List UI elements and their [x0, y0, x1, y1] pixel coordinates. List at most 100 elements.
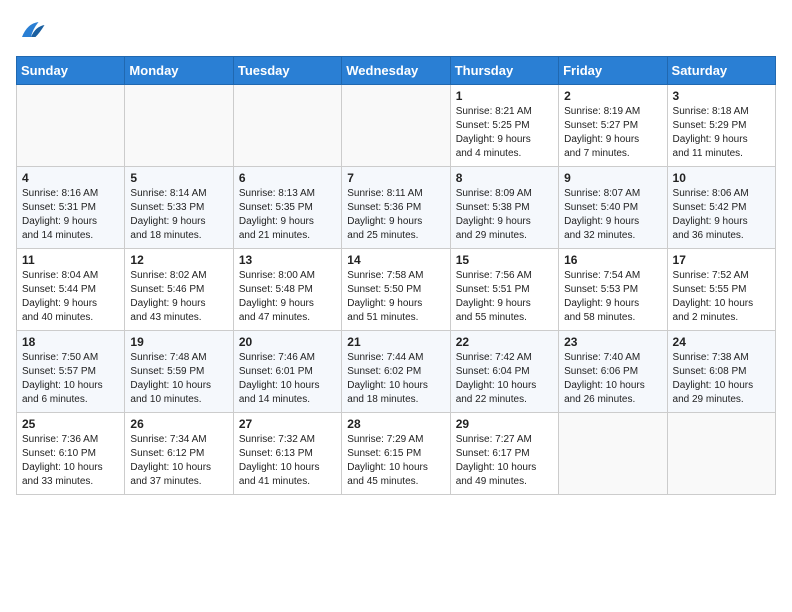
day-number: 4: [22, 171, 119, 185]
day-info: Sunrise: 7:54 AM Sunset: 5:53 PM Dayligh…: [564, 269, 661, 325]
calendar-cell: 1 Sunrise: 8:21 AM Sunset: 5:25 PM Daylig…: [450, 85, 558, 167]
calendar-cell: 7Sunrise: 8:11 AM Sunset: 5:36 PM Daylig…: [342, 167, 450, 249]
week-row-5: 25 Sunrise: 7:36 AM Sunset: 6:10 PM Dayli…: [17, 413, 776, 495]
calendar-cell: 29 Sunrise: 7:27 AM Sunset: 6:17 PM Dayli…: [450, 413, 558, 495]
weekday-header-monday: Monday: [125, 57, 233, 85]
day-info: Sunrise: 8:16 AM Sunset: 5:31 PM Dayligh…: [22, 187, 119, 243]
day-number: 15: [456, 253, 553, 267]
calendar-cell: 6 Sunrise: 8:13 AM Sunset: 5:35 PM Daylig…: [233, 167, 341, 249]
day-number: 10: [673, 171, 770, 185]
calendar-cell: 14 Sunrise: 7:58 AM Sunset: 5:50 PM Dayli…: [342, 249, 450, 331]
day-number: 24: [673, 335, 770, 349]
weekday-header-friday: Friday: [559, 57, 667, 85]
calendar-cell: [559, 413, 667, 495]
day-info: Sunrise: 7:46 AM Sunset: 6:01 PM Dayligh…: [239, 351, 336, 407]
day-info: Sunrise: 7:40 AM Sunset: 6:06 PM Dayligh…: [564, 351, 661, 407]
day-number: 1: [456, 89, 553, 103]
day-number: 11: [22, 253, 119, 267]
calendar-cell: 12Sunrise: 8:02 AM Sunset: 5:46 PM Dayli…: [125, 249, 233, 331]
calendar-cell: 26Sunrise: 7:34 AM Sunset: 6:12 PM Dayli…: [125, 413, 233, 495]
day-info: Sunrise: 7:27 AM Sunset: 6:17 PM Dayligh…: [456, 433, 553, 489]
weekday-header-saturday: Saturday: [667, 57, 775, 85]
calendar-cell: 22 Sunrise: 7:42 AM Sunset: 6:04 PM Dayli…: [450, 331, 558, 413]
day-number: 16: [564, 253, 661, 267]
day-info: Sunrise: 7:56 AM Sunset: 5:51 PM Dayligh…: [456, 269, 553, 325]
day-info: Sunrise: 7:58 AM Sunset: 5:50 PM Dayligh…: [347, 269, 444, 325]
day-number: 7: [347, 171, 444, 185]
calendar-cell: 19 Sunrise: 7:48 AM Sunset: 5:59 PM Dayli…: [125, 331, 233, 413]
day-info: Sunrise: 7:36 AM Sunset: 6:10 PM Dayligh…: [22, 433, 119, 489]
day-number: 27: [239, 417, 336, 431]
day-info: Sunrise: 7:38 AM Sunset: 6:08 PM Dayligh…: [673, 351, 770, 407]
weekday-header-row: SundayMondayTuesdayWednesdayThursdayFrid…: [17, 57, 776, 85]
calendar-cell: [667, 413, 775, 495]
calendar-cell: 20 Sunrise: 7:46 AM Sunset: 6:01 PM Dayli…: [233, 331, 341, 413]
week-row-2: 4 Sunrise: 8:16 AM Sunset: 5:31 PM Daylig…: [17, 167, 776, 249]
day-info: Sunrise: 8:19 AM Sunset: 5:27 PM Dayligh…: [564, 105, 661, 161]
day-info: Sunrise: 8:18 AM Sunset: 5:29 PM Dayligh…: [673, 105, 770, 161]
day-number: 13: [239, 253, 336, 267]
day-info: Sunrise: 7:42 AM Sunset: 6:04 PM Dayligh…: [456, 351, 553, 407]
calendar-cell: 25 Sunrise: 7:36 AM Sunset: 6:10 PM Dayli…: [17, 413, 125, 495]
week-row-3: 11 Sunrise: 8:04 AM Sunset: 5:44 PM Dayli…: [17, 249, 776, 331]
calendar-cell: [233, 85, 341, 167]
day-info: Sunrise: 8:00 AM Sunset: 5:48 PM Dayligh…: [239, 269, 336, 325]
day-info: Sunrise: 7:48 AM Sunset: 5:59 PM Dayligh…: [130, 351, 227, 407]
day-number: 21: [347, 335, 444, 349]
day-number: 8: [456, 171, 553, 185]
calendar-cell: 17 Sunrise: 7:52 AM Sunset: 5:55 PM Dayli…: [667, 249, 775, 331]
day-info: Sunrise: 8:04 AM Sunset: 5:44 PM Dayligh…: [22, 269, 119, 325]
day-number: 3: [673, 89, 770, 103]
day-number: 25: [22, 417, 119, 431]
weekday-header-sunday: Sunday: [17, 57, 125, 85]
calendar-cell: 5 Sunrise: 8:14 AM Sunset: 5:33 PM Daylig…: [125, 167, 233, 249]
day-info: Sunrise: 8:13 AM Sunset: 5:35 PM Dayligh…: [239, 187, 336, 243]
calendar-cell: 18Sunrise: 7:50 AM Sunset: 5:57 PM Dayli…: [17, 331, 125, 413]
day-info: Sunrise: 8:14 AM Sunset: 5:33 PM Dayligh…: [130, 187, 227, 243]
calendar-cell: 8 Sunrise: 8:09 AM Sunset: 5:38 PM Daylig…: [450, 167, 558, 249]
calendar-cell: 21 Sunrise: 7:44 AM Sunset: 6:02 PM Dayli…: [342, 331, 450, 413]
calendar-cell: 15 Sunrise: 7:56 AM Sunset: 5:51 PM Dayli…: [450, 249, 558, 331]
calendar-cell: 3 Sunrise: 8:18 AM Sunset: 5:29 PM Daylig…: [667, 85, 775, 167]
page-header: [16, 16, 776, 46]
calendar-cell: 27Sunrise: 7:32 AM Sunset: 6:13 PM Dayli…: [233, 413, 341, 495]
calendar-cell: 2 Sunrise: 8:19 AM Sunset: 5:27 PM Daylig…: [559, 85, 667, 167]
calendar-cell: 23 Sunrise: 7:40 AM Sunset: 6:06 PM Dayli…: [559, 331, 667, 413]
calendar-cell: 9Sunrise: 8:07 AM Sunset: 5:40 PM Daylig…: [559, 167, 667, 249]
weekday-header-tuesday: Tuesday: [233, 57, 341, 85]
day-number: 23: [564, 335, 661, 349]
day-number: 5: [130, 171, 227, 185]
day-info: Sunrise: 7:52 AM Sunset: 5:55 PM Dayligh…: [673, 269, 770, 325]
day-info: Sunrise: 8:21 AM Sunset: 5:25 PM Dayligh…: [456, 105, 553, 161]
day-info: Sunrise: 8:09 AM Sunset: 5:38 PM Dayligh…: [456, 187, 553, 243]
calendar-cell: 24 Sunrise: 7:38 AM Sunset: 6:08 PM Dayli…: [667, 331, 775, 413]
calendar-cell: 4 Sunrise: 8:16 AM Sunset: 5:31 PM Daylig…: [17, 167, 125, 249]
day-number: 17: [673, 253, 770, 267]
calendar-cell: [342, 85, 450, 167]
calendar-cell: [17, 85, 125, 167]
logo: [16, 16, 50, 46]
day-number: 12: [130, 253, 227, 267]
day-number: 19: [130, 335, 227, 349]
calendar-cell: 11 Sunrise: 8:04 AM Sunset: 5:44 PM Dayli…: [17, 249, 125, 331]
week-row-1: 1 Sunrise: 8:21 AM Sunset: 5:25 PM Daylig…: [17, 85, 776, 167]
day-info: Sunrise: 7:29 AM Sunset: 6:15 PM Dayligh…: [347, 433, 444, 489]
weekday-header-wednesday: Wednesday: [342, 57, 450, 85]
calendar-cell: 28 Sunrise: 7:29 AM Sunset: 6:15 PM Dayli…: [342, 413, 450, 495]
day-info: Sunrise: 8:07 AM Sunset: 5:40 PM Dayligh…: [564, 187, 661, 243]
day-number: 6: [239, 171, 336, 185]
day-number: 28: [347, 417, 444, 431]
day-number: 22: [456, 335, 553, 349]
day-info: Sunrise: 7:50 AM Sunset: 5:57 PM Dayligh…: [22, 351, 119, 407]
day-number: 2: [564, 89, 661, 103]
logo-icon: [16, 16, 46, 46]
calendar-cell: 10 Sunrise: 8:06 AM Sunset: 5:42 PM Dayli…: [667, 167, 775, 249]
weekday-header-thursday: Thursday: [450, 57, 558, 85]
day-number: 29: [456, 417, 553, 431]
day-number: 20: [239, 335, 336, 349]
day-info: Sunrise: 8:06 AM Sunset: 5:42 PM Dayligh…: [673, 187, 770, 243]
calendar-cell: 16 Sunrise: 7:54 AM Sunset: 5:53 PM Dayli…: [559, 249, 667, 331]
calendar-cell: [125, 85, 233, 167]
day-info: Sunrise: 7:44 AM Sunset: 6:02 PM Dayligh…: [347, 351, 444, 407]
day-number: 14: [347, 253, 444, 267]
